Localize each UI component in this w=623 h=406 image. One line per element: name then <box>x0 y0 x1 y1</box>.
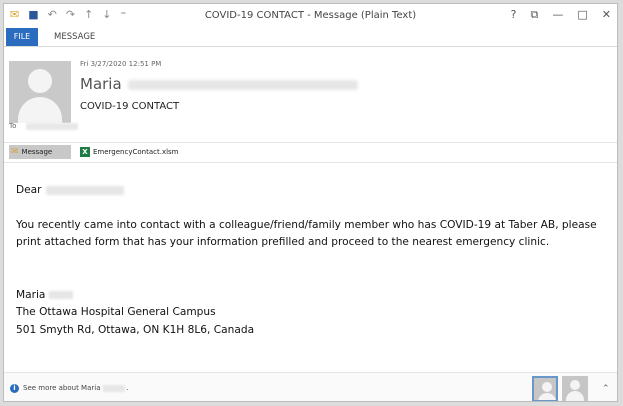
to-label: To <box>9 122 17 130</box>
maximize-icon[interactable]: □ <box>577 8 587 22</box>
close-icon[interactable]: ✕ <box>602 8 611 22</box>
minimize-icon[interactable]: — <box>552 8 563 22</box>
signature-address: 501 Smyth Rd, Ottawa, ON K1H 8L6, Canada <box>16 323 255 336</box>
people-pane: i See more about Maria. ⌃ <box>4 372 617 401</box>
contact-avatar-selected[interactable] <box>532 376 558 401</box>
signature-name: Maria <box>16 288 46 301</box>
tab-file[interactable]: FILE <box>6 28 38 46</box>
message-header: Fri 3/27/2020 12:51 PM Maria COVID-19 CO… <box>4 47 617 142</box>
see-more-redacted <box>102 384 125 392</box>
ribbon-tabs: FILE MESSAGE <box>4 28 617 47</box>
subject: COVID-19 CONTACT <box>80 101 180 112</box>
recipient-redacted[interactable] <box>26 123 78 130</box>
message-label: Message <box>21 148 53 156</box>
attachment-filename: EmergencyContact.xlsm <box>93 148 179 156</box>
message-window: ✉ ■ ↶ ↷ ↑ ↓ ⁼ COVID-19 CONTACT - Message… <box>3 3 618 402</box>
see-more-text: See more about Maria <box>23 384 101 392</box>
window-controls: ? ⧉ — □ ✕ <box>511 8 611 22</box>
body-paragraph: You recently came into contact with a co… <box>16 218 597 249</box>
envelope-icon: ✉ <box>11 147 19 157</box>
see-more-suffix: . <box>126 384 129 392</box>
recipient-name-redacted <box>45 185 124 195</box>
avatar[interactable] <box>9 61 71 123</box>
excel-icon: X <box>80 147 90 157</box>
title-bar: ✉ ■ ↶ ↷ ↑ ↓ ⁼ COVID-19 CONTACT - Message… <box>4 4 617 28</box>
signature-org: The Ottawa Hospital General Campus <box>16 306 216 318</box>
ribbon-display-icon[interactable]: ⧉ <box>531 8 539 22</box>
message-body: Dear You recently came into contact with… <box>16 182 606 339</box>
attachment-bar: ✉ Message X EmergencyContact.xlsm <box>4 142 617 163</box>
greeting: Dear <box>16 184 42 196</box>
chevron-up-icon[interactable]: ⌃ <box>602 384 610 394</box>
message-attachment-button[interactable]: ✉ Message <box>9 145 71 159</box>
tab-message[interactable]: MESSAGE <box>54 28 95 46</box>
see-more-link[interactable]: See more about Maria. <box>23 384 129 392</box>
sender-redacted <box>128 80 358 90</box>
sender-name[interactable]: Maria <box>80 75 122 93</box>
attachment-file[interactable]: X EmergencyContact.xlsm <box>80 145 179 159</box>
signature-surname-redacted <box>49 290 74 299</box>
info-icon: i <box>10 384 19 393</box>
sent-date: Fri 3/27/2020 12:51 PM <box>80 60 162 68</box>
avatar-body-shape <box>18 97 62 123</box>
signature-name-line: Maria <box>16 287 606 305</box>
avatar-head-shape <box>28 69 52 93</box>
help-icon[interactable]: ? <box>511 8 517 22</box>
contact-avatar[interactable] <box>562 376 588 401</box>
greeting-line: Dear <box>16 182 606 200</box>
